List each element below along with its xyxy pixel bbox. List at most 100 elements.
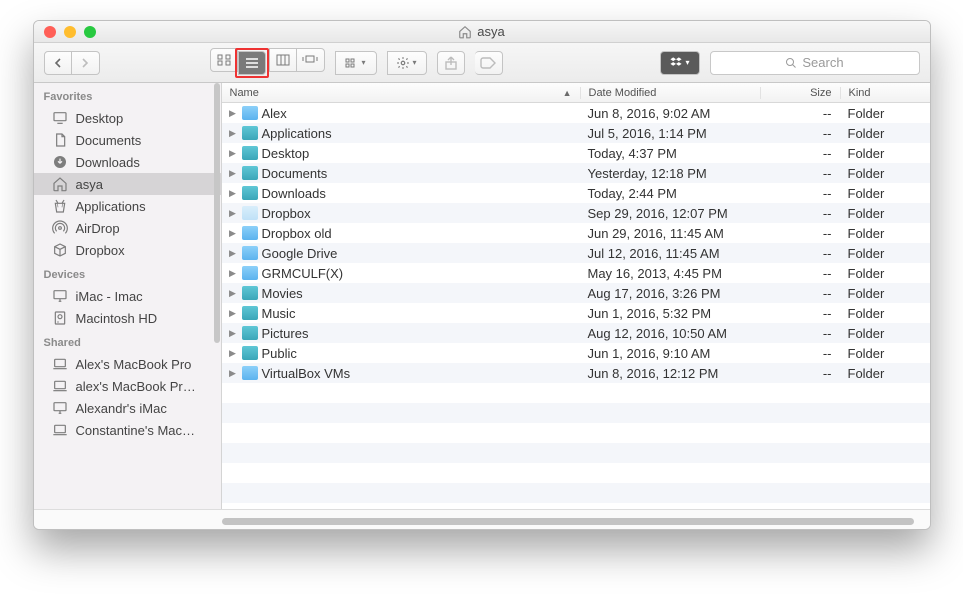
sidebar-item-alex-s-macbook-pr-[interactable]: alex's MacBook Pr… bbox=[34, 375, 221, 397]
arrange-button[interactable]: ▾ bbox=[335, 51, 377, 75]
sidebar-item-applications[interactable]: Applications bbox=[34, 195, 221, 217]
disclosure-triangle-icon[interactable]: ▶ bbox=[228, 248, 238, 259]
list-view-button[interactable] bbox=[238, 51, 266, 75]
laptop-icon bbox=[52, 356, 68, 372]
file-date: Jun 29, 2016, 11:45 AM bbox=[580, 226, 760, 241]
file-list: Name▲ Date Modified Size Kind ▶ Alex Jun 8… bbox=[222, 83, 930, 509]
folder-icon bbox=[242, 346, 258, 360]
table-row[interactable]: ▶PicturesAug 12, 2016, 10:50 AM--Folder bbox=[222, 323, 930, 343]
sidebar-item-airdrop[interactable]: AirDrop bbox=[34, 217, 221, 239]
table-row[interactable]: ▶AlexJun 8, 2016, 9:02 AM--Folder bbox=[222, 103, 930, 123]
sidebar[interactable]: FavoritesDesktopDocuments Downloads asyaAp… bbox=[34, 83, 222, 509]
sidebar-item-documents[interactable]: Documents bbox=[34, 129, 221, 151]
table-row[interactable]: ▶MusicJun 1, 2016, 5:32 PM--Folder bbox=[222, 303, 930, 323]
laptop-icon bbox=[52, 378, 68, 394]
table-row[interactable]: ▶Google DriveJul 12, 2016, 11:45 AM--Fol… bbox=[222, 243, 930, 263]
forward-button[interactable] bbox=[72, 51, 100, 75]
sidebar-item-downloads[interactable]: Downloads bbox=[34, 151, 221, 173]
search-field[interactable]: Search bbox=[710, 51, 920, 75]
table-row[interactable]: ▶MoviesAug 17, 2016, 3:26 PM--Folder bbox=[222, 283, 930, 303]
file-size: -- bbox=[760, 186, 840, 201]
disclosure-triangle-icon[interactable]: ▶ bbox=[228, 108, 238, 119]
disclosure-triangle-icon[interactable]: ▶ bbox=[228, 288, 238, 299]
table-row[interactable]: ▶GRMCULF(X)May 16, 2013, 4:45 PM--Folder bbox=[222, 263, 930, 283]
file-size: -- bbox=[760, 226, 840, 241]
home-icon bbox=[52, 176, 68, 192]
disclosure-triangle-icon[interactable]: ▶ bbox=[228, 368, 238, 379]
sidebar-item-alexandr-s-imac[interactable]: Alexandr's iMac bbox=[34, 397, 221, 419]
disclosure-triangle-icon[interactable]: ▶ bbox=[228, 308, 238, 319]
file-name: Applications bbox=[262, 126, 332, 141]
toolbar: ▾ ▾ ▾ Search bbox=[34, 43, 930, 83]
file-kind: Folder bbox=[840, 306, 930, 321]
disclosure-triangle-icon[interactable]: ▶ bbox=[228, 328, 238, 339]
action-button[interactable]: ▾ bbox=[387, 51, 427, 75]
file-name: Public bbox=[262, 346, 297, 361]
file-size: -- bbox=[760, 166, 840, 181]
table-row[interactable]: ▶Dropbox oldJun 29, 2016, 11:45 AM--Fold… bbox=[222, 223, 930, 243]
file-size: -- bbox=[760, 346, 840, 361]
folder-icon bbox=[242, 146, 258, 160]
file-name: VirtualBox VMs bbox=[262, 366, 351, 381]
search-placeholder: Search bbox=[802, 55, 843, 70]
column-headers: Name▲ Date Modified Size Kind bbox=[222, 83, 930, 103]
table-row[interactable]: ▶PublicJun 1, 2016, 9:10 AM--Folder bbox=[222, 343, 930, 363]
sidebar-item-label: Alex's MacBook Pro bbox=[76, 357, 192, 372]
disclosure-triangle-icon[interactable]: ▶ bbox=[228, 208, 238, 219]
dropbox-icon bbox=[669, 56, 683, 70]
table-row[interactable]: ▶DesktopToday, 4:37 PM--Folder bbox=[222, 143, 930, 163]
sidebar-item-desktop[interactable]: Desktop bbox=[34, 107, 221, 129]
table-row[interactable]: ▶ApplicationsJul 5, 2016, 1:14 PM--Folde… bbox=[222, 123, 930, 143]
file-date: Jun 8, 2016, 9:02 AM bbox=[580, 106, 760, 121]
disclosure-triangle-icon[interactable]: ▶ bbox=[228, 188, 238, 199]
column-name[interactable]: Name▲ bbox=[222, 87, 580, 99]
column-kind[interactable]: Kind bbox=[840, 87, 930, 99]
tags-button[interactable] bbox=[475, 51, 503, 75]
file-date: Sep 29, 2016, 12:07 PM bbox=[580, 206, 760, 221]
file-kind: Folder bbox=[840, 126, 930, 141]
dropbox-badge-button[interactable]: ▾ bbox=[660, 51, 700, 75]
file-kind: Folder bbox=[840, 166, 930, 181]
file-size: -- bbox=[760, 106, 840, 121]
search-icon bbox=[785, 57, 797, 69]
sidebar-item-constantine-s-mac-[interactable]: Constantine's Mac… bbox=[34, 419, 221, 441]
table-row[interactable]: ▶DownloadsToday, 2:44 PM--Folder bbox=[222, 183, 930, 203]
file-date: Jul 5, 2016, 1:14 PM bbox=[580, 126, 760, 141]
table-row[interactable]: ▶DropboxSep 29, 2016, 12:07 PM--Folder bbox=[222, 203, 930, 223]
tag-icon bbox=[480, 57, 496, 69]
disclosure-triangle-icon[interactable]: ▶ bbox=[228, 168, 238, 179]
file-name: Alex bbox=[262, 106, 287, 121]
disclosure-triangle-icon[interactable]: ▶ bbox=[228, 148, 238, 159]
file-kind: Folder bbox=[840, 226, 930, 241]
disclosure-triangle-icon[interactable]: ▶ bbox=[228, 228, 238, 239]
back-button[interactable] bbox=[44, 51, 72, 75]
scrollbar[interactable] bbox=[214, 83, 220, 343]
file-name: Music bbox=[262, 306, 296, 321]
share-button[interactable] bbox=[437, 51, 465, 75]
sidebar-item-alex-s-macbook-pro[interactable]: Alex's MacBook Pro bbox=[34, 353, 221, 375]
disclosure-triangle-icon[interactable]: ▶ bbox=[228, 128, 238, 139]
disclosure-triangle-icon[interactable]: ▶ bbox=[228, 268, 238, 279]
file-name: Desktop bbox=[262, 146, 310, 161]
sidebar-item-imac-imac[interactable]: iMac - Imac bbox=[34, 285, 221, 307]
sidebar-item-dropbox[interactable]: Dropbox bbox=[34, 239, 221, 261]
sidebar-item-label: Downloads bbox=[76, 155, 140, 170]
file-kind: Folder bbox=[840, 206, 930, 221]
folder-icon bbox=[242, 206, 258, 220]
disclosure-triangle-icon[interactable]: ▶ bbox=[228, 348, 238, 359]
table-row[interactable]: ▶VirtualBox VMsJun 8, 2016, 12:12 PM--Fo… bbox=[222, 363, 930, 383]
titlebar[interactable]: asya bbox=[34, 21, 930, 43]
column-date[interactable]: Date Modified bbox=[580, 87, 760, 99]
doc-icon bbox=[52, 132, 68, 148]
sidebar-item-macintosh-hd[interactable]: Macintosh HD bbox=[34, 307, 221, 329]
table-row[interactable]: ▶DocumentsYesterday, 12:18 PM--Folder bbox=[222, 163, 930, 183]
icon-view-button[interactable] bbox=[210, 48, 238, 72]
column-size[interactable]: Size bbox=[760, 87, 840, 99]
column-view-button[interactable] bbox=[269, 48, 297, 72]
empty-row bbox=[222, 403, 930, 423]
folder-icon bbox=[242, 106, 258, 120]
sidebar-item-asya[interactable]: asya bbox=[34, 173, 221, 195]
horizontal-scrollbar[interactable] bbox=[222, 518, 914, 525]
coverflow-view-button[interactable] bbox=[297, 48, 325, 72]
sidebar-section-label: Favorites bbox=[34, 83, 221, 107]
